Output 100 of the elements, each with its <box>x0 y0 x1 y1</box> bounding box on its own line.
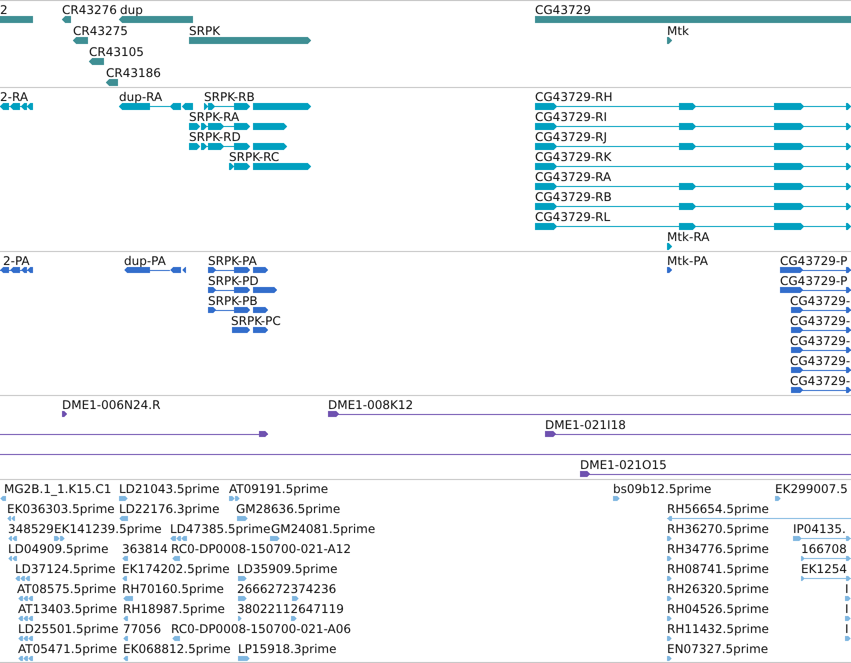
clone-feature[interactable] <box>0 431 268 437</box>
est-feature[interactable] <box>229 496 240 501</box>
est-feature[interactable] <box>123 656 128 661</box>
transcript-label: CG43729-RL <box>535 210 610 224</box>
est-feature[interactable] <box>172 636 180 641</box>
gene-feature[interactable] <box>106 79 118 86</box>
gene-feature[interactable] <box>73 37 88 44</box>
est-feature[interactable] <box>18 616 33 621</box>
est-feature[interactable] <box>0 496 6 501</box>
est-feature[interactable] <box>119 516 128 521</box>
est-feature[interactable] <box>238 596 247 601</box>
est-feature[interactable] <box>7 516 15 521</box>
protein-label: CG43729- <box>790 354 850 368</box>
transcript-feature[interactable] <box>189 123 287 130</box>
protein-feature[interactable] <box>791 367 851 373</box>
est-label: RH34776.5prime <box>667 542 769 556</box>
est-feature[interactable] <box>238 616 242 621</box>
est-feature[interactable] <box>8 536 17 541</box>
transcript-feature[interactable] <box>535 203 851 210</box>
transcript-feature[interactable] <box>535 143 851 150</box>
est-feature[interactable] <box>15 576 30 581</box>
est-feature[interactable] <box>667 516 851 521</box>
est-feature[interactable] <box>122 576 127 581</box>
protein-feature[interactable] <box>208 287 277 293</box>
transcript-feature[interactable] <box>204 103 311 110</box>
est-label: RH18987.5prime <box>123 602 225 616</box>
est-feature[interactable] <box>845 636 851 641</box>
est-feature[interactable] <box>8 556 17 561</box>
gene-label: dup <box>120 3 143 17</box>
protein-feature[interactable] <box>791 387 851 393</box>
est-feature[interactable] <box>667 656 672 661</box>
est-feature[interactable] <box>54 536 65 541</box>
transcript-feature[interactable] <box>535 123 851 130</box>
transcript-label: CG43729-RB <box>535 190 612 204</box>
est-feature[interactable] <box>667 636 672 641</box>
transcript-feature[interactable] <box>535 103 851 110</box>
protein-feature[interactable] <box>780 267 851 273</box>
protein-feature[interactable] <box>791 307 851 313</box>
est-feature[interactable] <box>18 596 33 601</box>
est-label: bs09b12.5prime <box>613 482 712 496</box>
transcript-feature[interactable] <box>119 103 193 110</box>
est-feature[interactable] <box>845 616 851 621</box>
est-feature[interactable] <box>801 576 851 581</box>
gene-feature[interactable] <box>667 37 672 44</box>
clone-feature[interactable] <box>0 451 851 457</box>
transcript-feature[interactable] <box>535 223 851 230</box>
est-feature[interactable] <box>238 656 250 661</box>
transcript-label: Mtk-RA <box>667 230 710 244</box>
protein-feature[interactable] <box>667 267 672 273</box>
gene-feature[interactable] <box>119 16 193 23</box>
transcript-feature[interactable] <box>189 143 287 150</box>
transcript-label: CG43729-RH <box>535 90 613 104</box>
transcript-feature[interactable] <box>535 163 851 170</box>
est-feature[interactable] <box>122 556 128 561</box>
est-feature[interactable] <box>292 596 299 601</box>
clone-feature[interactable] <box>62 411 67 417</box>
transcript-label: SRPK-RC <box>229 150 280 164</box>
protein-feature[interactable] <box>124 267 186 273</box>
protein-feature[interactable] <box>791 327 851 333</box>
protein-feature[interactable] <box>791 347 851 353</box>
est-feature[interactable] <box>793 536 851 541</box>
est-feature[interactable] <box>123 616 128 621</box>
gene-label: CR43275 <box>73 24 128 38</box>
protein-label: SRPK-PA <box>208 254 257 268</box>
protein-feature[interactable] <box>780 287 851 293</box>
est-feature[interactable] <box>238 576 247 581</box>
est-feature[interactable] <box>237 516 248 521</box>
transcript-feature[interactable] <box>229 163 311 170</box>
est-feature[interactable] <box>18 656 33 661</box>
transcript-feature[interactable] <box>535 183 851 190</box>
protein-feature[interactable] <box>232 327 268 333</box>
est-feature[interactable] <box>123 636 128 641</box>
est-feature[interactable] <box>667 556 672 561</box>
est-feature[interactable] <box>613 496 620 501</box>
est-feature[interactable] <box>667 576 672 581</box>
transcript-feature[interactable] <box>0 103 33 110</box>
est-feature[interactable] <box>123 596 133 601</box>
est-feature[interactable] <box>18 636 33 641</box>
est-feature[interactable] <box>119 496 128 501</box>
protein-feature[interactable] <box>0 267 33 273</box>
est-feature[interactable] <box>845 596 851 601</box>
est-feature[interactable] <box>801 556 851 561</box>
est-label: EK174202.5prime <box>122 562 230 576</box>
est-feature[interactable] <box>775 496 781 501</box>
est-feature[interactable] <box>170 536 187 541</box>
gene-feature[interactable] <box>62 16 71 23</box>
clone-feature[interactable] <box>328 411 851 417</box>
est-feature[interactable] <box>172 556 180 561</box>
transcript-feature[interactable] <box>667 243 672 250</box>
protein-feature[interactable] <box>208 307 268 313</box>
clone-feature[interactable] <box>545 431 851 437</box>
est-feature[interactable] <box>667 596 672 601</box>
clone-feature[interactable] <box>580 471 851 477</box>
est-feature[interactable] <box>270 536 280 541</box>
est-feature[interactable] <box>291 616 297 621</box>
est-feature[interactable] <box>667 536 672 541</box>
est-label: EK1254 <box>801 562 847 576</box>
protein-feature[interactable] <box>208 267 268 273</box>
est-feature[interactable] <box>667 616 672 621</box>
gene-feature[interactable] <box>89 58 104 65</box>
